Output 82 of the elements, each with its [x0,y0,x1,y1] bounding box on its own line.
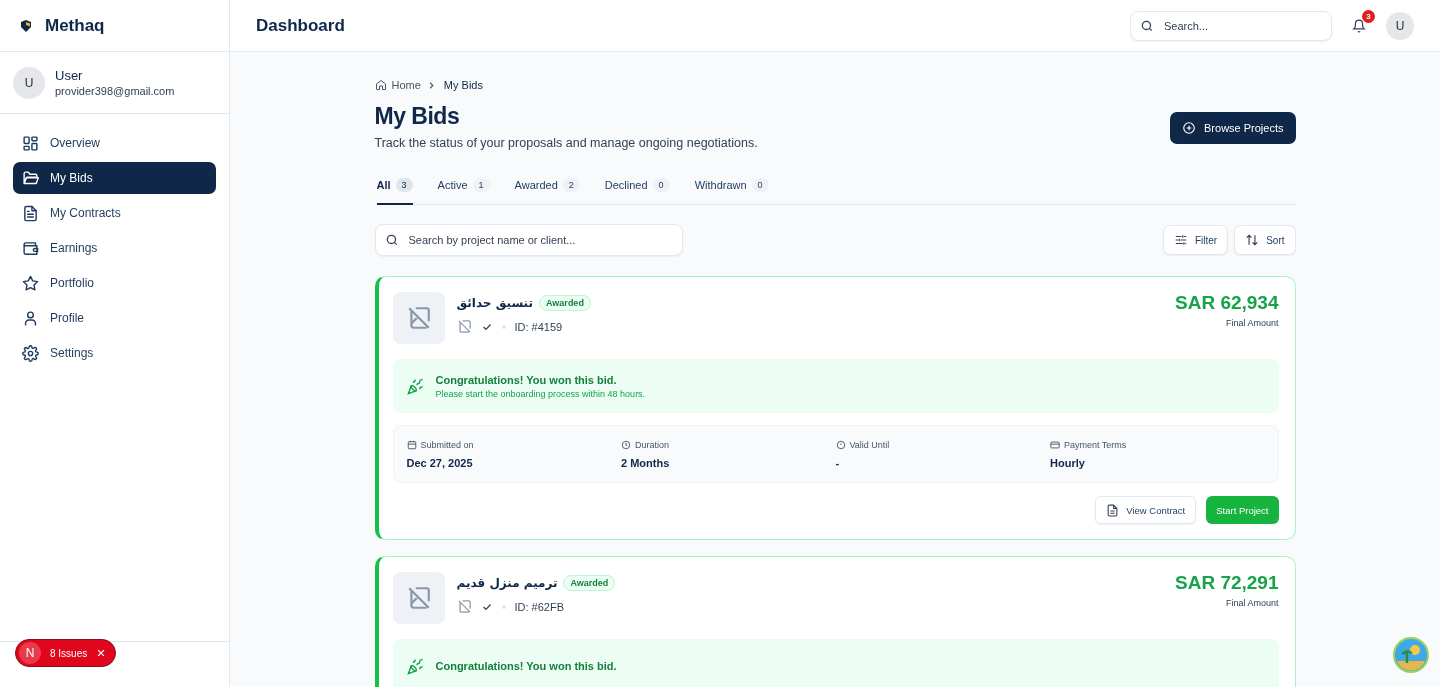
nav-item[interactable]: Profile [13,302,216,334]
folder-icon [22,169,39,187]
amount-label: Final Amount [1225,318,1279,328]
logo-icon [19,18,33,33]
tab[interactable]: Awarded 2 [514,178,580,205]
status-tag: Awarded [563,575,616,591]
image-placeholder [392,292,445,344]
detail-label: Valid Until [849,439,890,450]
search-field[interactable]: Search by project name or client... [374,224,683,256]
bell-icon [1352,18,1366,33]
search-icon [384,233,399,247]
brand-name: Methaq [45,15,105,36]
header-title: Dashboard [256,15,345,36]
tab[interactable]: Active 1 [437,178,490,205]
grid-icon [22,134,39,152]
nav-item[interactable]: Overview [13,127,216,159]
bid-id: ID: #62FB [514,600,565,613]
party-popper-icon [406,377,424,395]
assistant-icon[interactable] [1393,637,1429,673]
tab[interactable]: All 3 [376,178,413,205]
detail-label: Submitted on [420,439,474,450]
sort-button[interactable]: Sort [1234,225,1296,255]
calendar-icon [406,439,417,450]
bid-amount: SAR 72,291 [1175,572,1279,594]
detail-label: Payment Terms [1064,439,1127,450]
message-title: Congratulations! You won this bid. [435,373,618,386]
search-icon [1140,18,1154,33]
home-icon [374,79,387,91]
person-icon [22,309,39,327]
image-off-icon [456,319,472,334]
party-popper-icon [406,657,424,675]
credit-card-icon [1050,439,1060,450]
detail-value: - [835,456,841,469]
issues-count: 8 Issues [50,647,88,659]
user-name: User [55,68,84,83]
notification-count: 3 [1362,9,1375,23]
issues-badge[interactable]: N 8 Issues [15,639,117,667]
user-avatar: U [13,66,45,99]
image-placeholder [392,572,445,624]
tab[interactable]: Withdrawn 0 [694,178,769,205]
breadcrumb-link[interactable]: Home [391,79,421,91]
sliders-icon [1173,233,1188,247]
amount-label: Final Amount [1225,598,1279,608]
detail-value: Hourly [1050,456,1086,469]
close-icon[interactable] [96,648,107,658]
detail-value: 2 Months [621,456,671,469]
breadcrumb-link[interactable]: My Bids [443,79,483,91]
logo-badge: N [19,642,41,664]
clock-icon [621,439,631,450]
bid-amount: SAR 62,934 [1175,292,1279,314]
browse-projects-button[interactable]: Browse Projects [1170,112,1296,144]
document-icon [1106,503,1120,517]
view-contract-button[interactable]: View Contract [1095,496,1197,524]
notifications-button[interactable]: 3 [1346,12,1372,39]
document-icon [22,204,39,222]
message-title: Congratulations! You won this bid. [435,660,617,672]
bid-id: ID: #4159 [514,320,563,333]
nav-item[interactable]: My Contracts [13,197,216,229]
project-title: تنسيق حدائق [456,296,534,310]
nav-item[interactable]: Earnings [13,232,216,264]
nav-item[interactable]: Portfolio [13,267,216,299]
tab[interactable]: Declined 0 [604,178,670,205]
detail-label: Duration [635,439,670,450]
user-avatar[interactable]: U [1386,11,1414,40]
settings-icon [22,344,39,362]
page-title: My Bids [374,103,461,130]
user-email: provider398@gmail.com [55,85,175,97]
page-subtitle: Track the status of your proposals and manage ongoing negotiations. [374,136,758,150]
info-icon [835,439,846,450]
message-detail: Please start the onboarding process within 48 hours. [435,388,646,399]
detail-value: Dec 27, 2025 [406,456,474,469]
star-icon [22,274,39,292]
image-off-icon [456,599,472,614]
filter-button[interactable]: Filter [1162,225,1229,255]
nav-item[interactable]: Settings [13,337,216,369]
search-field[interactable]: Search... [1130,10,1332,41]
status-tag: Awarded [539,295,591,311]
sort-icon [1245,233,1260,247]
wallet-icon [22,239,39,257]
plus-circle-icon [1182,121,1196,135]
nav-item[interactable]: My Bids [13,162,216,194]
project-title: ترميم منزل قديم [456,576,558,590]
